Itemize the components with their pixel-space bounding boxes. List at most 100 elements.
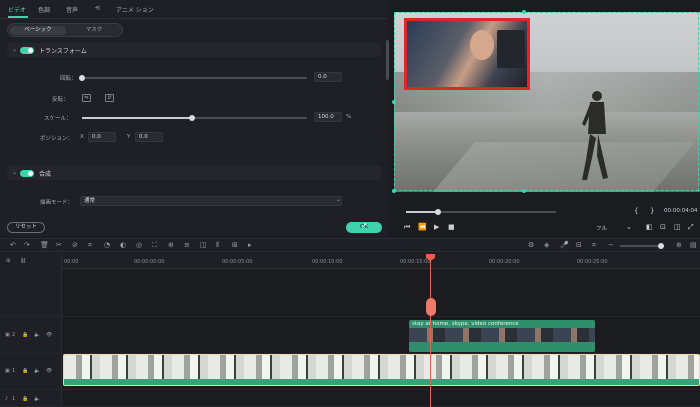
tab-video[interactable]: ビデオ: [8, 5, 26, 14]
track-1-video-icon: ▣: [5, 368, 10, 374]
rotate-slider-knob[interactable]: [79, 74, 85, 81]
ruler-tick-label: 00:00:10:00: [312, 259, 343, 265]
ruler-tick-label: 00:00: [64, 259, 79, 265]
chevron-down-icon[interactable]: ⌄: [336, 197, 341, 203]
panel-scrollbar[interactable]: [386, 40, 389, 80]
redo-icon[interactable]: ↷: [24, 241, 30, 249]
resize-handle-top[interactable]: [522, 10, 526, 14]
scale-value-field[interactable]: 100.0: [314, 112, 342, 122]
lock-icon[interactable]: 🔒: [22, 396, 28, 402]
voiceover-icon[interactable]: ⊟: [576, 241, 582, 249]
keyframe-icon[interactable]: ⊞: [232, 241, 238, 249]
blend-mode-select[interactable]: 通常: [80, 196, 342, 206]
player-controls: { } 00:00:04:04 ⏮ ⏪ ▶ ■ フル ⌄ ◧ ⊡ ◫ ⤢: [394, 200, 700, 240]
stop-icon[interactable]: ■: [448, 223, 455, 231]
mixer-icon[interactable]: ⫴: [216, 241, 219, 250]
position-label: ポジション：: [40, 136, 74, 142]
chevron-down-icon[interactable]: ⌄: [12, 169, 17, 176]
tab-color[interactable]: 色調: [38, 5, 50, 14]
chevron-down-icon[interactable]: ⌄: [626, 223, 632, 231]
position-y-field[interactable]: 0.0: [135, 132, 163, 142]
mute-icon[interactable]: 🔈: [34, 332, 40, 338]
ruler-tick-label: 00:00:25:00: [577, 259, 608, 265]
flip-horizontal-icon[interactable]: ⇋: [82, 94, 91, 102]
playhead-cut-marker[interactable]: [426, 298, 436, 316]
quality-select[interactable]: フル: [596, 224, 607, 232]
chevron-down-icon[interactable]: ⌄: [12, 46, 17, 53]
tab-audio[interactable]: 音声: [66, 5, 78, 14]
playhead-line[interactable]: [430, 255, 431, 407]
mic-icon[interactable]: 🎤: [560, 241, 569, 249]
speed-icon[interactable]: ◔: [104, 241, 110, 249]
timeline-settings-icon[interactable]: ▤: [690, 241, 697, 249]
mute-icon[interactable]: 🔈: [34, 396, 40, 402]
rotate-slider-track[interactable]: [82, 77, 307, 79]
position-y-label: Y: [127, 134, 131, 140]
clip-thumbnails: [409, 328, 595, 342]
snap-icon[interactable]: ⌗: [592, 241, 596, 250]
playback-progress-knob[interactable]: [435, 208, 441, 215]
main-video-clip[interactable]: [63, 354, 700, 386]
delete-icon[interactable]: 🗑: [40, 241, 49, 249]
track-row-2: ▣ 2 🔒 🔈 👁: [0, 318, 700, 354]
fullscreen-icon[interactable]: ⤢: [688, 223, 694, 232]
transform-section-header[interactable]: ⌄ トランスフォーム: [7, 43, 381, 57]
pip-video-clip[interactable]: stay at home, skype, video conference: [409, 320, 595, 352]
link-icon[interactable]: ⛓: [20, 258, 26, 264]
split-icon[interactable]: ⊘: [72, 241, 78, 249]
step-back-icon[interactable]: ⏪: [418, 223, 427, 231]
add-track-icon[interactable]: ⊞: [6, 258, 10, 264]
eye-icon[interactable]: 👁: [46, 368, 52, 374]
clip-title: stay at home, skype, video conference: [412, 321, 519, 327]
stabilize-icon[interactable]: ◎: [136, 241, 142, 249]
ruler-tick-label: 00:00:15:00: [400, 259, 431, 265]
seg-mask[interactable]: マスク: [66, 26, 122, 35]
render-preview-icon[interactable]: ⚙: [528, 241, 534, 249]
ruler-tick-label: 00:00:05:00: [222, 259, 253, 265]
zoom-in-icon[interactable]: ⊕: [676, 241, 682, 249]
scale-slider-knob[interactable]: [189, 114, 195, 121]
motion-icon[interactable]: ⊕: [168, 241, 174, 249]
cut-icon[interactable]: ✂: [56, 241, 62, 249]
audio-detach-icon[interactable]: ◫: [200, 241, 207, 249]
resize-handle-bottom[interactable]: [522, 189, 526, 193]
mark-in-icon[interactable]: {: [634, 207, 638, 215]
position-x-field[interactable]: 0.0: [88, 132, 116, 142]
time-ruler[interactable]: 00:00 00:00:00:00 00:00:05:00 00:00:10:0…: [62, 253, 700, 269]
transform-toggle[interactable]: [20, 46, 34, 54]
more-icon[interactable]: ▸: [248, 241, 252, 249]
ruler-tick-label: 00:00:20:00: [489, 259, 520, 265]
zoom-slider-knob[interactable]: [658, 242, 664, 249]
adjust-icon[interactable]: ≡: [184, 241, 190, 249]
selection-box[interactable]: [394, 12, 699, 191]
composite-section-header[interactable]: ⌄ 合成: [7, 166, 381, 180]
marker-icon[interactable]: ◈: [544, 241, 549, 249]
seg-basic[interactable]: ベーシック: [10, 26, 66, 35]
play-icon[interactable]: ▶: [434, 223, 439, 231]
composite-toggle[interactable]: [20, 169, 34, 177]
fit-icon[interactable]: ⛶: [152, 241, 157, 250]
rotate-value-field[interactable]: 0.0: [314, 72, 342, 82]
prev-frame-icon[interactable]: ⏮: [404, 223, 410, 232]
zoom-out-icon[interactable]: −: [608, 241, 614, 249]
tab-animation[interactable]: アニメ ション: [116, 5, 154, 14]
eye-icon[interactable]: 👁: [46, 332, 52, 338]
lock-icon[interactable]: 🔒: [22, 368, 28, 374]
color-icon[interactable]: ◐: [120, 241, 126, 249]
reset-button[interactable]: リセット: [7, 222, 45, 233]
playback-progress-fill: [406, 211, 438, 213]
crop-icon[interactable]: ⌗: [88, 241, 92, 250]
undo-icon[interactable]: ↶: [10, 241, 16, 249]
mark-out-icon[interactable]: }: [650, 207, 654, 215]
resize-handle-bottom-left[interactable]: [392, 189, 396, 193]
flip-vertical-icon[interactable]: ⇵: [105, 94, 114, 102]
snapshot-icon[interactable]: ◧: [646, 223, 653, 231]
mute-icon[interactable]: 🔈: [34, 368, 40, 374]
scale-label: スケール：: [44, 116, 72, 122]
audio-track-row: ♪ 1 🔒 🔈: [0, 391, 700, 407]
resize-handle-left[interactable]: [392, 100, 396, 104]
tab-speed[interactable]: ⟲: [95, 5, 100, 12]
lock-icon[interactable]: 🔒: [22, 332, 28, 338]
render-icon[interactable]: ⊡: [660, 223, 666, 231]
volume-icon[interactable]: ◫: [674, 223, 681, 231]
